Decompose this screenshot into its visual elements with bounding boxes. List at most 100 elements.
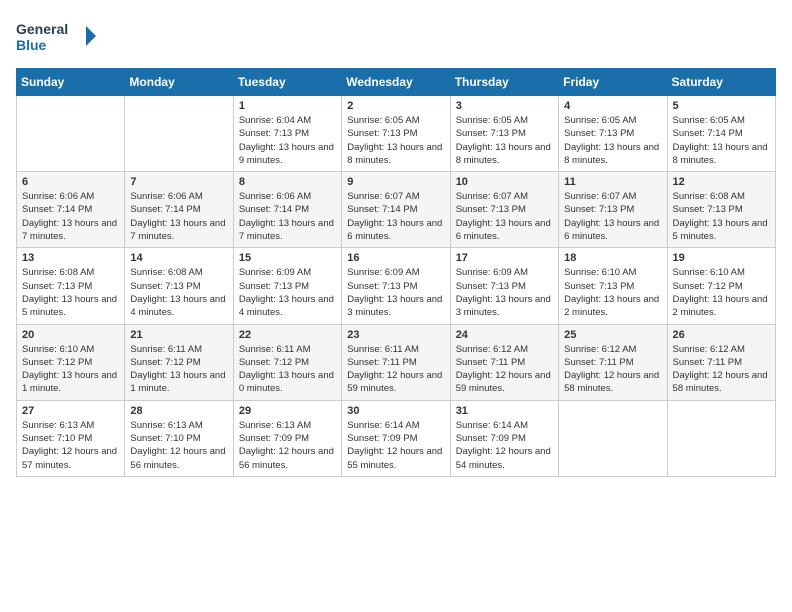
day-number: 21 xyxy=(130,329,227,341)
day-number: 2 xyxy=(347,100,444,112)
calendar-cell: 21 Sunrise: 6:11 AM Sunset: 7:12 PM Dayli… xyxy=(125,324,233,400)
calendar-cell: 4 Sunrise: 6:05 AM Sunset: 7:13 PM Daylig… xyxy=(559,96,667,172)
calendar-cell: 16 Sunrise: 6:09 AM Sunset: 7:13 PM Dayli… xyxy=(342,248,450,324)
day-number: 12 xyxy=(673,176,770,188)
day-number: 26 xyxy=(673,329,770,341)
calendar-cell: 20 Sunrise: 6:10 AM Sunset: 7:12 PM Dayli… xyxy=(17,324,125,400)
day-info: Sunrise: 6:11 AM Sunset: 7:12 PM Dayligh… xyxy=(239,343,336,396)
day-info: Sunrise: 6:08 AM Sunset: 7:13 PM Dayligh… xyxy=(673,190,770,243)
logo-svg: General Blue xyxy=(16,16,96,56)
day-number: 3 xyxy=(456,100,553,112)
day-number: 8 xyxy=(239,176,336,188)
calendar-cell: 8 Sunrise: 6:06 AM Sunset: 7:14 PM Daylig… xyxy=(233,172,341,248)
day-info: Sunrise: 6:09 AM Sunset: 7:13 PM Dayligh… xyxy=(456,266,553,319)
day-number: 11 xyxy=(564,176,661,188)
day-header-saturday: Saturday xyxy=(667,69,775,96)
day-header-thursday: Thursday xyxy=(450,69,558,96)
day-number: 14 xyxy=(130,252,227,264)
calendar-cell: 15Sunrise: 6:09 AM Sunset: 7:13 PM Dayli… xyxy=(233,248,341,324)
day-info: Sunrise: 6:09 AM Sunset: 7:13 PM Dayligh… xyxy=(347,266,444,319)
calendar-header-row: SundayMondayTuesdayWednesdayThursdayFrid… xyxy=(17,69,776,96)
calendar-cell: 26 Sunrise: 6:12 AM Sunset: 7:11 PM Dayli… xyxy=(667,324,775,400)
page-header: General Blue xyxy=(16,16,776,56)
day-info: Sunrise: 6:05 AM Sunset: 7:13 PM Dayligh… xyxy=(456,114,553,167)
calendar-cell xyxy=(17,96,125,172)
calendar-table: SundayMondayTuesdayWednesdayThursdayFrid… xyxy=(16,68,776,477)
calendar-cell: 13Sunrise: 6:08 AM Sunset: 7:13 PM Dayli… xyxy=(17,248,125,324)
calendar-cell xyxy=(559,400,667,476)
calendar-cell xyxy=(667,400,775,476)
calendar-cell: 24Sunrise: 6:12 AM Sunset: 7:11 PM Dayli… xyxy=(450,324,558,400)
calendar-cell: 19 Sunrise: 6:10 AM Sunset: 7:12 PM Dayli… xyxy=(667,248,775,324)
day-header-friday: Friday xyxy=(559,69,667,96)
calendar-cell: 2 Sunrise: 6:05 AM Sunset: 7:13 PM Daylig… xyxy=(342,96,450,172)
day-info: Sunrise: 6:05 AM Sunset: 7:13 PM Dayligh… xyxy=(347,114,444,167)
day-number: 7 xyxy=(130,176,227,188)
day-number: 24 xyxy=(456,329,553,341)
day-number: 17 xyxy=(456,252,553,264)
calendar-cell: 18 Sunrise: 6:10 AM Sunset: 7:13 PM Dayli… xyxy=(559,248,667,324)
calendar-cell: 5 Sunrise: 6:05 AM Sunset: 7:14 PM Daylig… xyxy=(667,96,775,172)
day-info: Sunrise: 6:13 AM Sunset: 7:10 PM Dayligh… xyxy=(130,419,227,472)
day-info: Sunrise: 6:10 AM Sunset: 7:12 PM Dayligh… xyxy=(22,343,119,396)
day-info: Sunrise: 6:05 AM Sunset: 7:14 PM Dayligh… xyxy=(673,114,770,167)
logo: General Blue xyxy=(16,16,96,56)
calendar-cell: 10Sunrise: 6:07 AM Sunset: 7:13 PM Dayli… xyxy=(450,172,558,248)
calendar-cell: 31Sunrise: 6:14 AM Sunset: 7:09 PM Dayli… xyxy=(450,400,558,476)
day-info: Sunrise: 6:14 AM Sunset: 7:09 PM Dayligh… xyxy=(347,419,444,472)
day-info: Sunrise: 6:07 AM Sunset: 7:13 PM Dayligh… xyxy=(456,190,553,243)
day-number: 25 xyxy=(564,329,661,341)
calendar-week-row: 1 Sunrise: 6:04 AM Sunset: 7:13 PM Daylig… xyxy=(17,96,776,172)
day-number: 27 xyxy=(22,405,119,417)
calendar-cell: 7 Sunrise: 6:06 AM Sunset: 7:14 PM Daylig… xyxy=(125,172,233,248)
day-number: 28 xyxy=(130,405,227,417)
calendar-week-row: 6 Sunrise: 6:06 AM Sunset: 7:14 PM Daylig… xyxy=(17,172,776,248)
day-info: Sunrise: 6:04 AM Sunset: 7:13 PM Dayligh… xyxy=(239,114,336,167)
day-info: Sunrise: 6:06 AM Sunset: 7:14 PM Dayligh… xyxy=(239,190,336,243)
day-number: 20 xyxy=(22,329,119,341)
day-info: Sunrise: 6:11 AM Sunset: 7:12 PM Dayligh… xyxy=(130,343,227,396)
day-number: 9 xyxy=(347,176,444,188)
svg-text:General: General xyxy=(16,21,68,37)
day-number: 19 xyxy=(673,252,770,264)
calendar-cell: 11 Sunrise: 6:07 AM Sunset: 7:13 PM Dayli… xyxy=(559,172,667,248)
svg-text:Blue: Blue xyxy=(16,37,47,53)
calendar-week-row: 20 Sunrise: 6:10 AM Sunset: 7:12 PM Dayli… xyxy=(17,324,776,400)
day-number: 15 xyxy=(239,252,336,264)
day-number: 22 xyxy=(239,329,336,341)
calendar-cell: 14 Sunrise: 6:08 AM Sunset: 7:13 PM Dayli… xyxy=(125,248,233,324)
day-number: 13 xyxy=(22,252,119,264)
day-info: Sunrise: 6:10 AM Sunset: 7:13 PM Dayligh… xyxy=(564,266,661,319)
calendar-cell: 29Sunrise: 6:13 AM Sunset: 7:09 PM Dayli… xyxy=(233,400,341,476)
day-number: 4 xyxy=(564,100,661,112)
day-info: Sunrise: 6:05 AM Sunset: 7:13 PM Dayligh… xyxy=(564,114,661,167)
calendar-cell: 30Sunrise: 6:14 AM Sunset: 7:09 PM Dayli… xyxy=(342,400,450,476)
day-info: Sunrise: 6:08 AM Sunset: 7:13 PM Dayligh… xyxy=(130,266,227,319)
day-number: 6 xyxy=(22,176,119,188)
calendar-cell: 9Sunrise: 6:07 AM Sunset: 7:14 PM Daylig… xyxy=(342,172,450,248)
day-info: Sunrise: 6:12 AM Sunset: 7:11 PM Dayligh… xyxy=(564,343,661,396)
calendar-cell: 6Sunrise: 6:06 AM Sunset: 7:14 PM Daylig… xyxy=(17,172,125,248)
day-info: Sunrise: 6:07 AM Sunset: 7:13 PM Dayligh… xyxy=(564,190,661,243)
day-header-tuesday: Tuesday xyxy=(233,69,341,96)
calendar-week-row: 13 Sunrise: 6:08 AM Sunset: 7:13 PM Dayli… xyxy=(17,248,776,324)
calendar-cell: 27Sunrise: 6:13 AM Sunset: 7:10 PM Dayli… xyxy=(17,400,125,476)
calendar-cell: 22 Sunrise: 6:11 AM Sunset: 7:12 PM Dayli… xyxy=(233,324,341,400)
calendar-cell xyxy=(125,96,233,172)
day-info: Sunrise: 6:06 AM Sunset: 7:14 PM Dayligh… xyxy=(130,190,227,243)
day-number: 23 xyxy=(347,329,444,341)
day-number: 31 xyxy=(456,405,553,417)
calendar-cell: 28 Sunrise: 6:13 AM Sunset: 7:10 PM Dayli… xyxy=(125,400,233,476)
day-header-monday: Monday xyxy=(125,69,233,96)
calendar-cell: 12 Sunrise: 6:08 AM Sunset: 7:13 PM Dayli… xyxy=(667,172,775,248)
day-number: 1 xyxy=(239,100,336,112)
day-number: 29 xyxy=(239,405,336,417)
calendar-cell: 25 Sunrise: 6:12 AM Sunset: 7:11 PM Dayli… xyxy=(559,324,667,400)
day-header-wednesday: Wednesday xyxy=(342,69,450,96)
day-number: 18 xyxy=(564,252,661,264)
calendar-cell: 3 Sunrise: 6:05 AM Sunset: 7:13 PM Daylig… xyxy=(450,96,558,172)
day-info: Sunrise: 6:12 AM Sunset: 7:11 PM Dayligh… xyxy=(673,343,770,396)
day-info: Sunrise: 6:10 AM Sunset: 7:12 PM Dayligh… xyxy=(673,266,770,319)
day-number: 16 xyxy=(347,252,444,264)
day-number: 5 xyxy=(673,100,770,112)
